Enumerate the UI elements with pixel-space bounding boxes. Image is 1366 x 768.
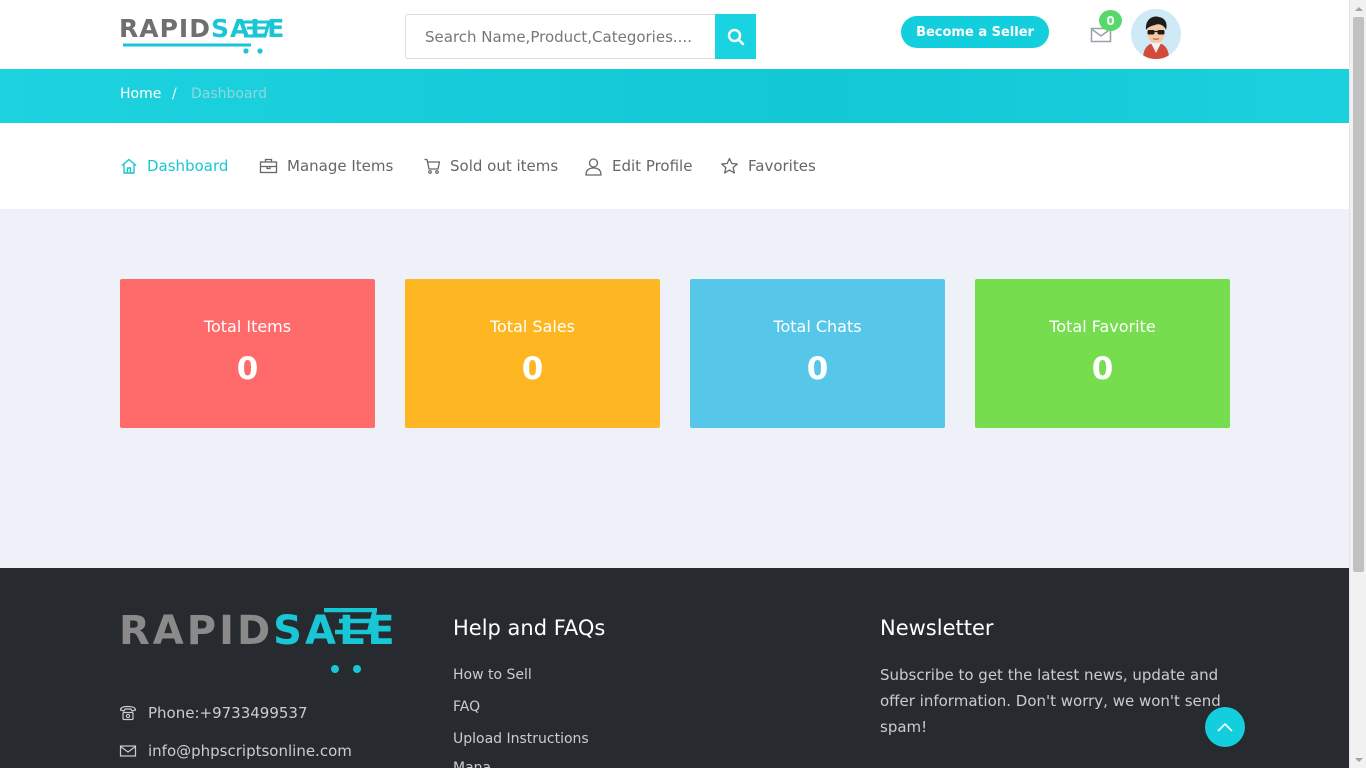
chevron-up-icon xyxy=(1217,722,1233,732)
become-seller-button[interactable]: Become a Seller xyxy=(901,16,1049,48)
search-icon xyxy=(727,28,744,45)
briefcase-icon xyxy=(259,158,278,174)
stat-label: Total Chats xyxy=(773,317,862,336)
nav-item-edit-profile[interactable]: Edit Profile xyxy=(584,155,692,177)
cart-logo-icon xyxy=(123,20,271,54)
scroll-to-top-button[interactable] xyxy=(1205,707,1245,747)
footer-email-text: info@phpscriptsonline.com xyxy=(148,742,352,760)
nav-item-label: Dashboard xyxy=(147,157,229,175)
nav-item-manage-items[interactable]: Manage Items xyxy=(259,155,393,177)
stat-card-total-sales[interactable]: Total Sales 0 xyxy=(405,279,660,428)
stat-label: Total Items xyxy=(203,317,292,336)
help-link-faq[interactable]: FAQ xyxy=(453,699,480,715)
scroll-up-icon xyxy=(1354,6,1363,11)
cart-icon xyxy=(424,158,441,174)
newsletter-title: Newsletter xyxy=(880,616,994,640)
footer-cart-logo-icon xyxy=(125,608,377,673)
email-icon xyxy=(119,745,137,757)
search-box xyxy=(405,14,756,59)
footer-brand-logo[interactable]: RAPIDSALE xyxy=(119,608,395,676)
stat-card-total-chats[interactable]: Total Chats 0 xyxy=(690,279,945,428)
nav-item-label: Manage Items xyxy=(287,157,394,175)
help-faq-title: Help and FAQs xyxy=(453,616,606,640)
breadcrumb: Home / Dashboard xyxy=(0,69,1349,123)
phone-icon xyxy=(119,705,137,721)
scrollbar-thumb[interactable] xyxy=(1353,17,1364,572)
breadcrumb-home-link[interactable]: Home xyxy=(120,86,161,102)
help-link-how-to-sell[interactable]: How to Sell xyxy=(453,667,532,683)
nav-item-label: Favorites xyxy=(748,157,816,175)
stat-card-total-favorite[interactable]: Total Favorite 0 xyxy=(975,279,1230,428)
footer: RAPIDSALE Phone:+9733499537 info@phpscri… xyxy=(0,568,1349,768)
user-avatar[interactable] xyxy=(1131,9,1181,59)
mail-count-badge: 0 xyxy=(1099,10,1122,31)
scroll-down-arrow[interactable] xyxy=(1350,751,1366,768)
header: RAPIDSALE Become a Seller 0 xyxy=(0,0,1349,69)
user-icon xyxy=(585,157,602,176)
stat-value: 0 xyxy=(1091,351,1114,387)
home-icon xyxy=(121,158,137,174)
star-icon xyxy=(721,157,738,174)
nav-item-favorites[interactable]: Favorites xyxy=(720,155,816,177)
brand-logo[interactable]: RAPIDSALE xyxy=(119,14,284,56)
stat-label: Total Sales xyxy=(489,317,576,336)
avatar-icon xyxy=(1131,9,1181,59)
search-button[interactable] xyxy=(715,14,756,59)
help-link-upload-instructions[interactable]: Upload Instructions xyxy=(453,731,589,747)
breadcrumb-current: Dashboard xyxy=(191,86,267,102)
stat-value: 0 xyxy=(236,351,259,387)
footer-email[interactable]: info@phpscriptsonline.com xyxy=(119,742,352,760)
scroll-down-icon xyxy=(1354,757,1363,762)
footer-phone: Phone:+9733499537 xyxy=(119,704,308,722)
breadcrumb-separator: / xyxy=(172,86,177,102)
help-link-partial[interactable]: Mana... xyxy=(453,760,504,768)
newsletter-text: Subscribe to get the latest news, update… xyxy=(880,666,1221,736)
search-input[interactable] xyxy=(406,15,715,58)
stat-value: 0 xyxy=(521,351,544,387)
dashboard-nav: Dashboard Manage Items Sold out items Ed… xyxy=(0,123,1349,209)
footer-phone-text: Phone:+9733499537 xyxy=(148,704,308,722)
nav-item-label: Edit Profile xyxy=(612,157,693,175)
nav-item-dashboard[interactable]: Dashboard xyxy=(120,155,228,177)
nav-item-sold-out[interactable]: Sold out items xyxy=(423,155,558,177)
stat-value: 0 xyxy=(806,351,829,387)
scroll-up-arrow[interactable] xyxy=(1350,0,1366,17)
stat-card-total-items[interactable]: Total Items 0 xyxy=(120,279,375,428)
page-scrollbar[interactable] xyxy=(1349,0,1366,768)
stat-label: Total Favorite xyxy=(1049,317,1156,336)
nav-item-label: Sold out items xyxy=(450,157,559,175)
